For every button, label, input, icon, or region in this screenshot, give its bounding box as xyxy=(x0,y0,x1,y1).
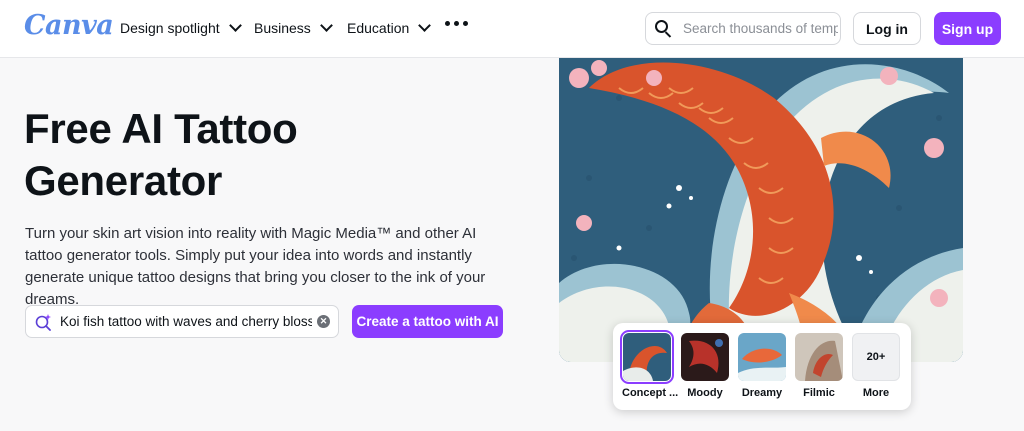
chevron-down-icon xyxy=(418,19,432,32)
nav-business[interactable]: Business xyxy=(254,19,333,36)
page-title: Free AI Tattoo Generator xyxy=(24,105,298,204)
nav-label: Design spotlight xyxy=(120,20,220,36)
style-option-filmic[interactable]: Filmic xyxy=(794,333,844,399)
signup-button[interactable]: Sign up xyxy=(934,12,1001,45)
chevron-down-icon xyxy=(228,19,242,32)
style-label: Filmic xyxy=(803,387,835,399)
style-label: More xyxy=(862,387,890,399)
search-input[interactable] xyxy=(683,21,838,36)
style-label: Moody xyxy=(687,387,723,399)
koi-tattoo-artwork xyxy=(559,58,963,362)
style-label: Dreamy xyxy=(741,387,783,399)
nav-design-spotlight[interactable]: Design spotlight xyxy=(120,19,242,36)
style-option-concept-art[interactable]: Concept ... xyxy=(620,330,679,399)
style-thumbnail xyxy=(681,333,729,381)
style-label: Concept ... xyxy=(622,387,679,399)
style-option-moody[interactable]: Moody xyxy=(680,333,730,399)
hero-description: Turn your skin art vision into reality w… xyxy=(25,225,486,308)
style-picker: Concept ... Moody Dreamy Filmic 20+ More xyxy=(613,323,911,410)
more-styles-count: 20+ xyxy=(852,333,900,381)
chevron-down-icon xyxy=(319,19,333,32)
canva-logo[interactable]: Canva xyxy=(24,10,114,41)
more-menu-icon[interactable] xyxy=(445,21,468,26)
search-box[interactable] xyxy=(645,12,841,45)
create-tattoo-button[interactable]: Create a tattoo with AI xyxy=(352,305,503,338)
style-thumbnail xyxy=(620,330,674,384)
style-thumbnail xyxy=(738,333,786,381)
nav-education[interactable]: Education xyxy=(347,19,432,36)
top-navigation-bar: Canva Design spotlight Business Educatio… xyxy=(0,0,1024,58)
nav-label: Education xyxy=(347,20,410,36)
nav-label: Business xyxy=(254,20,311,36)
search-icon xyxy=(654,19,674,39)
clear-icon[interactable]: ✕ xyxy=(317,315,330,328)
magic-search-icon xyxy=(35,313,51,331)
style-thumbnail xyxy=(795,333,843,381)
more-styles-button[interactable]: 20+ More xyxy=(851,333,901,399)
style-option-dreamy[interactable]: Dreamy xyxy=(737,333,787,399)
prompt-text[interactable]: Koi fish tattoo with waves and cherry bl… xyxy=(60,314,312,329)
logo-text: Canva xyxy=(24,10,114,41)
prompt-input[interactable]: Koi fish tattoo with waves and cherry bl… xyxy=(25,305,339,338)
login-button[interactable]: Log in xyxy=(853,12,921,45)
